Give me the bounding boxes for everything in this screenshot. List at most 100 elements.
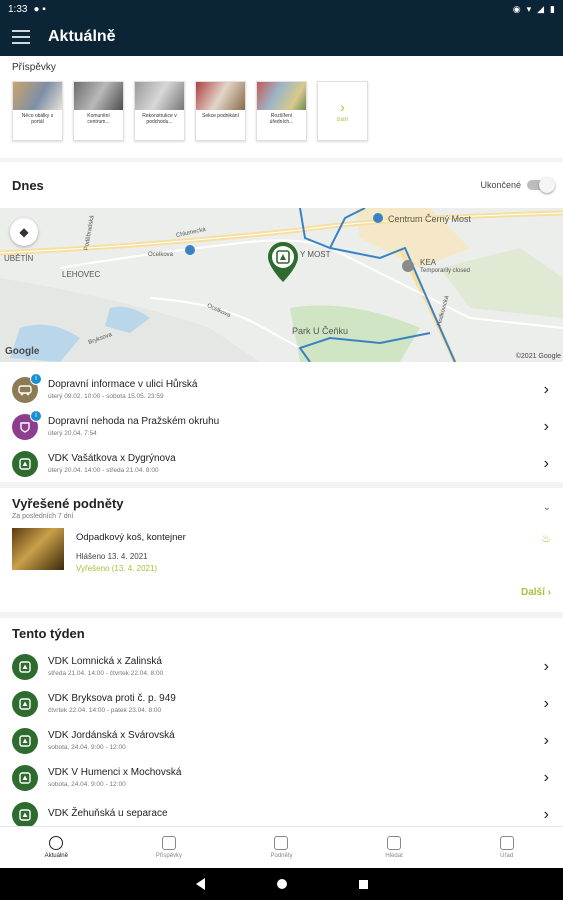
resolved-item-title: Odpadkový koš, kontejner bbox=[76, 532, 186, 543]
post-image bbox=[257, 82, 306, 110]
location-pin-icon bbox=[268, 242, 298, 282]
page-title: Aktuálně bbox=[48, 28, 116, 45]
finished-toggle[interactable] bbox=[527, 177, 555, 193]
menu-icon[interactable] bbox=[12, 30, 30, 44]
home-icon[interactable] bbox=[276, 879, 287, 889]
list-item[interactable]: VDK Jordánská x Svárovská sobota, 24.04. … bbox=[0, 722, 563, 759]
chevron-down-icon[interactable]: ⌄ bbox=[543, 502, 551, 513]
item-title: VDK Žehuňská u separace bbox=[48, 807, 168, 819]
bottom-navigation: Aktuálně Příspěvky Podněty Hledat Úřad bbox=[0, 826, 563, 868]
item-subtitle: úterý 09.02. 10:00 - sobota 15.05. 23:59 bbox=[48, 393, 164, 400]
nav-label: Aktuálně bbox=[44, 853, 68, 859]
resolved-title: Vyřešené podněty bbox=[12, 496, 124, 511]
cleaning-icon: ♨ bbox=[541, 533, 551, 545]
post-card[interactable]: Rekonstrukce v podchodu... bbox=[134, 81, 185, 141]
nav-item-aktualne[interactable]: Aktuálně bbox=[0, 827, 113, 868]
today-section: Dnes Ukončené ◆ Centrum Černý Most Y MOS… bbox=[0, 162, 563, 482]
map-icon bbox=[387, 836, 402, 850]
map-copyright: ©2021 Google bbox=[515, 353, 561, 360]
post-card[interactable]: Rozšíření úředních... bbox=[256, 81, 307, 141]
nav-item-hledat[interactable]: Hledat bbox=[338, 827, 451, 868]
info-badge: i bbox=[30, 372, 42, 385]
nav-item-prispevky[interactable]: Příspěvky bbox=[113, 827, 226, 868]
container-icon bbox=[12, 727, 38, 754]
resolved-subtitle: Za posledních 7 dní bbox=[12, 513, 74, 520]
post-card[interactable]: Sekce podnikání bbox=[195, 81, 246, 141]
list-item[interactable]: VDK Žehuňská u separace › bbox=[0, 796, 563, 826]
system-navigation-bar bbox=[0, 868, 563, 900]
layers-button[interactable]: ◆ bbox=[10, 218, 38, 246]
finished-toggle-group[interactable]: Ukončené bbox=[480, 177, 555, 193]
chevron-right-icon: › bbox=[543, 417, 549, 435]
nav-label: Podněty bbox=[270, 853, 293, 859]
recents-icon[interactable] bbox=[358, 879, 368, 889]
map-label: Y MOST bbox=[300, 250, 331, 259]
post-caption: Komunitní centrum... bbox=[87, 113, 110, 125]
today-title: Dnes bbox=[12, 177, 44, 193]
chevron-right-icon: › bbox=[543, 380, 549, 398]
notification-icons: ● ▪ bbox=[33, 3, 46, 15]
info-icon bbox=[49, 836, 64, 850]
map-label: UBĚTÍN bbox=[4, 254, 34, 263]
container-icon bbox=[12, 801, 38, 826]
accident-icon: i bbox=[12, 409, 42, 440]
map-view[interactable]: ◆ Centrum Černý Most Y MOST KEA Temporar… bbox=[0, 208, 563, 362]
item-subtitle: čtvrtek 22.04. 14:00 - pátek 23.04. 8:00 bbox=[48, 707, 162, 714]
today-header: Dnes Ukončené bbox=[0, 162, 563, 208]
nav-item-urad[interactable]: Úřad bbox=[450, 827, 563, 868]
back-icon[interactable] bbox=[195, 878, 205, 890]
article-icon bbox=[161, 836, 176, 850]
item-title: Dopravní nehoda na Pražském okruhu bbox=[48, 416, 220, 427]
location-icon: ◉ bbox=[512, 3, 521, 14]
nav-item-podnety[interactable]: Podněty bbox=[225, 827, 338, 868]
list-item[interactable]: i Dopravní informace v ulici Hůrská úter… bbox=[0, 371, 563, 408]
item-title: VDK Bryksova proti č. p. 949 bbox=[48, 693, 176, 704]
building-icon bbox=[499, 836, 514, 850]
chevron-right-icon: › bbox=[340, 98, 345, 115]
item-subtitle: středa 21.04. 14:00 - čtvrtek 22.04. 8:0… bbox=[48, 670, 164, 677]
container-icon bbox=[12, 690, 38, 717]
report-icon bbox=[274, 836, 289, 850]
list-item[interactable]: VDK V Humenci x Mochovská sobota, 24.04. … bbox=[0, 759, 563, 796]
map-label: KEA bbox=[420, 258, 437, 267]
google-logo: Google bbox=[5, 346, 40, 357]
main-content[interactable]: Příspěvky Něco obálky s portál Komunitní… bbox=[0, 56, 563, 826]
chevron-right-icon: › bbox=[543, 805, 549, 823]
app-bar: Aktuálně bbox=[0, 18, 563, 56]
posts-carousel[interactable]: Něco obálky s portál Komunitní centrum..… bbox=[12, 81, 551, 141]
resolved-more-button[interactable]: Další › bbox=[521, 587, 551, 598]
post-caption: Sekce podnikání bbox=[202, 113, 239, 119]
posts-title: Příspěvky bbox=[12, 62, 56, 73]
post-image bbox=[196, 82, 245, 110]
post-image bbox=[74, 82, 123, 110]
post-image bbox=[13, 82, 62, 110]
item-title: Dopravní informace v ulici Hůrská bbox=[48, 379, 198, 390]
week-header: Tento týden bbox=[0, 618, 563, 648]
list-item[interactable]: i Dopravní nehoda na Pražském okruhu úte… bbox=[0, 408, 563, 445]
post-card[interactable]: Něco obálky s portál bbox=[12, 81, 63, 141]
item-title: VDK V Humenci x Mochovská bbox=[48, 767, 182, 778]
finished-toggle-label: Ukončené bbox=[480, 180, 521, 190]
posts-more-button[interactable]: › Další bbox=[317, 81, 368, 141]
week-title: Tento týden bbox=[12, 625, 85, 641]
info-badge: i bbox=[30, 409, 42, 422]
chevron-right-icon: › bbox=[543, 731, 549, 749]
chevron-right-icon: › bbox=[543, 768, 549, 786]
nav-label: Příspěvky bbox=[155, 853, 183, 859]
list-item[interactable]: VDK Bryksova proti č. p. 949 čtvrtek 22.0… bbox=[0, 685, 563, 722]
status-time: 1:33 bbox=[8, 3, 28, 15]
item-subtitle: úterý 20.04. 7:54 bbox=[48, 430, 97, 437]
map-label: Centrum Černý Most bbox=[388, 214, 472, 224]
post-caption: Rekonstrukce v podchodu... bbox=[142, 113, 177, 125]
item-title: VDK Vašátkova x Dygrýnova bbox=[48, 453, 176, 464]
nav-label: Úřad bbox=[500, 853, 514, 859]
list-item[interactable]: VDK Vašátkova x Dygrýnova úterý 20.04. 1… bbox=[0, 445, 563, 482]
item-subtitle: sobota, 24.04. 9:00 - 12:00 bbox=[48, 744, 126, 751]
resolved-item-state: Vyřešeno (13. 4. 2021) bbox=[76, 564, 158, 573]
resolved-item[interactable]: Odpadkový koš, kontejner Hlášeno 13. 4. … bbox=[12, 528, 551, 573]
list-item[interactable]: VDK Lomnická x Zalinská středa 21.04. 14:… bbox=[0, 648, 563, 685]
system-icons: ◉ ▾ ◢ ▮ bbox=[513, 4, 555, 15]
resolved-item-photo bbox=[12, 528, 64, 570]
week-section: Tento týden VDK Lomnická x Zalinská střed… bbox=[0, 618, 563, 826]
post-card[interactable]: Komunitní centrum... bbox=[73, 81, 124, 141]
